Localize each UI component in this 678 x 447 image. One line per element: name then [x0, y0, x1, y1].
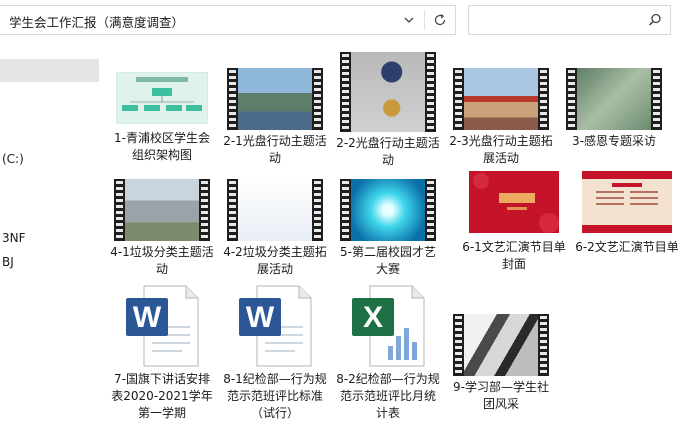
video-thumbnail [453, 314, 549, 376]
svg-text:W: W [133, 301, 162, 334]
excel-doc-icon: X [350, 284, 426, 368]
file-item[interactable]: 1-青浦校区学生会组织架构图 [107, 71, 217, 164]
chevron-down-icon[interactable] [397, 6, 421, 34]
program-sheet-thumbnail [582, 171, 672, 236]
file-name[interactable]: 2-1光盘行动主题活动 [222, 133, 328, 167]
file-name[interactable]: 2-3光盘行动主题拓展活动 [448, 133, 554, 167]
file-item[interactable]: W 8-1纪检部—行为规范示范班评比标准（试行） [220, 284, 330, 422]
nav-selected-item[interactable] [0, 59, 99, 82]
file-item[interactable]: 2-1光盘行动主题活动 [220, 68, 330, 167]
file-item[interactable]: 3-感恩专题采访 [559, 68, 669, 150]
file-item[interactable]: W 7-国旗下讲话安排表2020-2021学年第一学期 [107, 284, 217, 422]
navigation-pane: (C:) 3NF BJ [0, 40, 100, 447]
file-name[interactable]: 6-2文艺汇演节目单 [574, 239, 678, 256]
address-bar[interactable]: 学生会工作汇报（满意度调查） [0, 5, 456, 35]
file-item[interactable]: 2-3光盘行动主题拓展活动 [446, 68, 556, 167]
file-name[interactable]: 6-1文艺汇演节目单封面 [461, 239, 567, 273]
nav-item-3nf[interactable]: 3NF [2, 231, 26, 245]
svg-text:X: X [363, 301, 383, 334]
file-name[interactable]: 3-感恩专题采访 [561, 133, 667, 150]
file-name[interactable]: 8-2纪检部—行为规范示范班评比月统计表 [335, 371, 441, 422]
file-name[interactable]: 4-2垃圾分类主题拓展活动 [222, 244, 328, 278]
video-thumbnail [566, 68, 662, 130]
file-item[interactable]: 5-第二届校园才艺大赛 [333, 179, 443, 278]
nav-item-bj[interactable]: BJ [2, 255, 14, 269]
file-item[interactable]: 9-学习部—学生社团风采 [446, 314, 556, 413]
file-name[interactable]: 8-1纪检部—行为规范示范班评比标准（试行） [222, 371, 328, 422]
search-icon[interactable] [646, 11, 664, 29]
video-thumbnail [227, 179, 323, 241]
file-item[interactable]: 4-1垃圾分类主题活动 [107, 179, 217, 278]
file-item[interactable]: X 8-2纪检部—行为规范示范班评比月统计表 [333, 284, 443, 422]
refresh-icon[interactable] [425, 6, 455, 34]
address-path[interactable]: 学生会工作汇报（满意度调查） [9, 12, 184, 31]
video-thumbnail [114, 179, 210, 241]
word-doc-icon: W [124, 284, 200, 368]
file-name[interactable]: 5-第二届校园才艺大赛 [335, 244, 441, 278]
svg-text:W: W [246, 301, 275, 334]
video-thumbnail [340, 179, 436, 241]
file-name[interactable]: 2-2光盘行动主题活动 [335, 135, 441, 169]
search-input[interactable] [468, 5, 671, 35]
file-list: 1-青浦校区学生会组织架构图 2-1光盘行动主题活动 2-2光盘行动主题活动 2… [102, 40, 678, 447]
file-item[interactable]: 4-2垃圾分类主题拓展活动 [220, 179, 330, 278]
file-name[interactable]: 9-学习部—学生社团风采 [448, 379, 554, 413]
org-chart-thumbnail [115, 71, 209, 127]
word-doc-icon: W [237, 284, 313, 368]
video-thumbnail [340, 52, 436, 132]
file-name[interactable]: 4-1垃圾分类主题活动 [109, 244, 215, 278]
file-item[interactable]: 6-2文艺汇演节目单 [572, 171, 678, 256]
red-poster-thumbnail [469, 171, 559, 236]
top-bar: 学生会工作汇报（满意度调查） [0, 0, 678, 40]
file-item[interactable]: 2-2光盘行动主题活动 [333, 52, 443, 169]
file-name[interactable]: 7-国旗下讲话安排表2020-2021学年第一学期 [109, 371, 215, 422]
video-thumbnail [227, 68, 323, 130]
nav-item-drive-c[interactable]: (C:) [2, 152, 24, 166]
video-thumbnail [453, 68, 549, 130]
file-item[interactable]: 6-1文艺汇演节目单封面 [459, 171, 569, 273]
file-name[interactable]: 1-青浦校区学生会组织架构图 [109, 130, 215, 164]
